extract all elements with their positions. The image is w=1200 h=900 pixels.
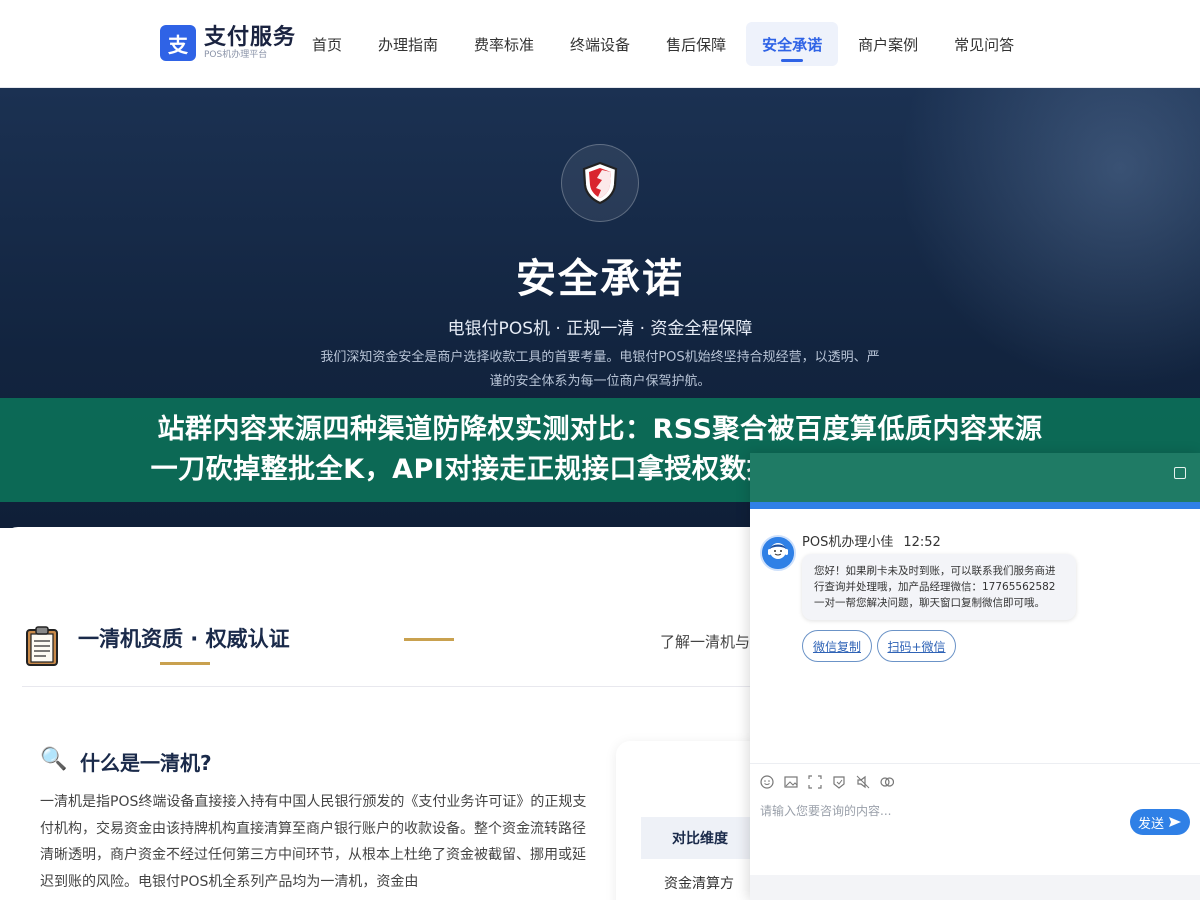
chat-toolbar (750, 763, 1200, 799)
nav-item-rates[interactable]: 费率标准 (458, 22, 550, 66)
logo-subtitle: POS机办理平台 (204, 50, 268, 60)
what-is-title: 什么是一清机? (80, 751, 212, 775)
agent-avatar (760, 535, 796, 571)
agent-message-bubble: 您好！如果刷卡未及时到账，可以联系我们服务商进行查询并处理哦，加产品经理微信：1… (802, 554, 1076, 620)
chat-switch-icon[interactable] (880, 775, 894, 789)
chat-header-strip (750, 502, 1200, 509)
site-header: 支 支付服务 POS机办理平台 首页 办理指南 费率标准 终端设备 售后保障 安… (0, 0, 1200, 88)
nav-item-guide[interactable]: 办理指南 (362, 22, 454, 66)
nav-item-aftersales[interactable]: 售后保障 (650, 22, 742, 66)
hero-title: 安全承诺 (516, 256, 684, 302)
image-icon[interactable] (784, 775, 798, 789)
section-more-link[interactable]: 了解一清机与 (660, 631, 750, 652)
shield-icon-ring (561, 144, 639, 222)
chat-message-input[interactable] (760, 799, 1120, 823)
message-time: 12:52 (903, 535, 941, 550)
logo-mark: 支 (160, 25, 196, 61)
section-title-underline (160, 662, 210, 665)
emoji-icon[interactable] (760, 774, 774, 789)
section-title: 一清机资质 · 权威认证 (78, 627, 290, 651)
rating-icon[interactable] (832, 775, 846, 789)
send-arrow-icon (1169, 817, 1181, 827)
chat-footer (750, 875, 1200, 900)
clipboard-icon (26, 626, 58, 666)
screenshot-icon[interactable] (808, 774, 822, 789)
comparison-row-label: 资金清算方 (664, 876, 734, 892)
send-label: 发送 (1137, 816, 1164, 832)
what-is-body: 一清机是指POS终端设备直接接入持有中国人民银行颁发的《支付业务许可证》的正规支… (40, 794, 587, 890)
logo-title: 支付服务 (204, 25, 297, 50)
send-button[interactable]: 发送 (1130, 809, 1190, 835)
banner-line-1: 站群内容来源四种渠道防降权实测对比：RSS聚合被百度算低质内容来源 (157, 414, 1043, 445)
comparison-header: 对比维度 (641, 817, 761, 859)
hero-subtitle: 电银付POS机 · 正规一清 · 资金全程保障 (447, 319, 753, 339)
chat-minimize-icon[interactable] (1174, 467, 1186, 479)
chat-widget: POS机办理小佳 12:52 您好！如果刷卡未及时到账，可以联系我们服务商进行查询… (750, 453, 1200, 900)
section-decor-line (404, 638, 454, 641)
scan-wechat-button[interactable]: 扫码+微信 (877, 630, 956, 662)
nav-item-devices[interactable]: 终端设备 (554, 22, 646, 66)
nav-item-home[interactable]: 首页 (296, 22, 358, 66)
agent-name-line: POS机办理小佳 12:52 (802, 531, 941, 550)
shield-icon (582, 161, 618, 205)
nav-item-security[interactable]: 安全承诺 (746, 22, 839, 66)
agent-name: POS机办理小佳 (802, 535, 894, 550)
mute-icon[interactable] (856, 775, 870, 789)
section-divider (22, 686, 762, 687)
site-logo[interactable]: 支 支付服务 POS机办理平台 (160, 25, 296, 61)
chat-header (750, 453, 1200, 502)
hero-description: 我们深知资金安全是商户选择收款工具的首要考量。电银付POS机始终坚持合规经营，以… (320, 350, 880, 389)
nav-item-faq[interactable]: 常见问答 (938, 22, 1030, 66)
nav-item-cases[interactable]: 商户案例 (842, 22, 934, 66)
magnifier-icon: 🔍 (40, 747, 68, 772)
main-nav: 首页 办理指南 费率标准 终端设备 售后保障 安全承诺 商户案例 常见问答 (296, 22, 1034, 66)
copy-wechat-button[interactable]: 微信复制 (802, 630, 872, 662)
agent-avatar-icon (762, 537, 794, 569)
logo-text: 支付服务 POS机办理平台 (204, 25, 297, 61)
